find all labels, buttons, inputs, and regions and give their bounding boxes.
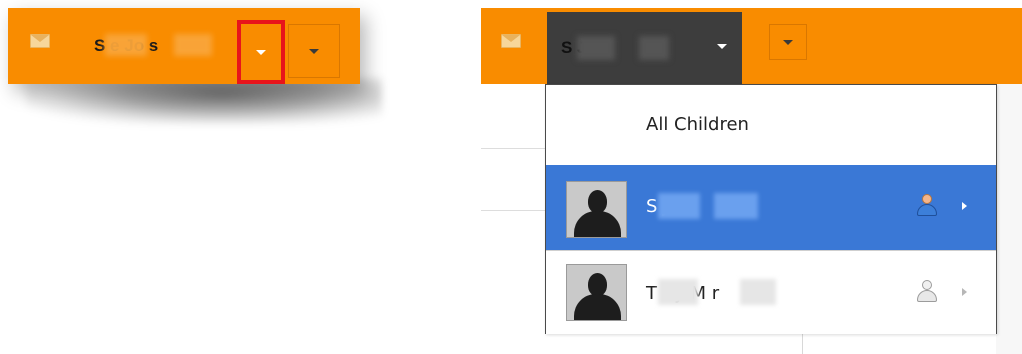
avatar: [566, 264, 627, 321]
redaction-blur: [714, 193, 758, 219]
redaction-blur: [740, 279, 776, 305]
redaction-blur: [658, 193, 700, 219]
caret-down-icon: [783, 40, 793, 45]
chevron-right-icon: [962, 288, 967, 296]
menu-item-child-selected[interactable]: S J s: [546, 165, 996, 250]
chevron-right-icon: [962, 202, 967, 210]
caret-down-icon: [309, 49, 319, 54]
person-silhouette-icon: [588, 273, 607, 296]
screenshot-stage: S e Jo s S J s All Children: [0, 0, 1022, 354]
redaction-blur: [105, 34, 147, 56]
user-switcher-button[interactable]: S J s: [547, 12, 742, 84]
avatar: [566, 181, 627, 238]
person-silhouette-icon: [588, 190, 607, 213]
header-drop-shadow: [26, 78, 382, 124]
user-dropdown-toggle-highlighted[interactable]: [237, 20, 285, 84]
divider: [481, 210, 547, 211]
secondary-dropdown-button[interactable]: [288, 24, 340, 78]
child-switcher-menu: All Children S J s T ny M r: [545, 84, 997, 334]
person-icon[interactable]: [916, 194, 938, 216]
redaction-blur: [174, 34, 212, 56]
page-side-area: [996, 84, 1022, 354]
menu-item-child[interactable]: T ny M r: [546, 250, 996, 334]
right-header-bar: S J s: [481, 8, 1022, 84]
left-header-bar: S e Jo s: [8, 8, 360, 84]
menu-item-label: All Children: [646, 114, 749, 135]
redaction-blur: [658, 279, 698, 305]
redaction-blur: [577, 36, 615, 60]
envelope-icon[interactable]: [501, 34, 521, 48]
caret-down-icon: [256, 50, 266, 55]
redaction-blur: [639, 36, 669, 60]
secondary-dropdown-button[interactable]: [769, 24, 807, 60]
person-icon[interactable]: [916, 280, 938, 302]
envelope-icon[interactable]: [30, 34, 50, 48]
menu-item-all-children[interactable]: All Children: [546, 85, 996, 165]
caret-down-icon: [717, 44, 727, 49]
divider: [481, 148, 547, 149]
